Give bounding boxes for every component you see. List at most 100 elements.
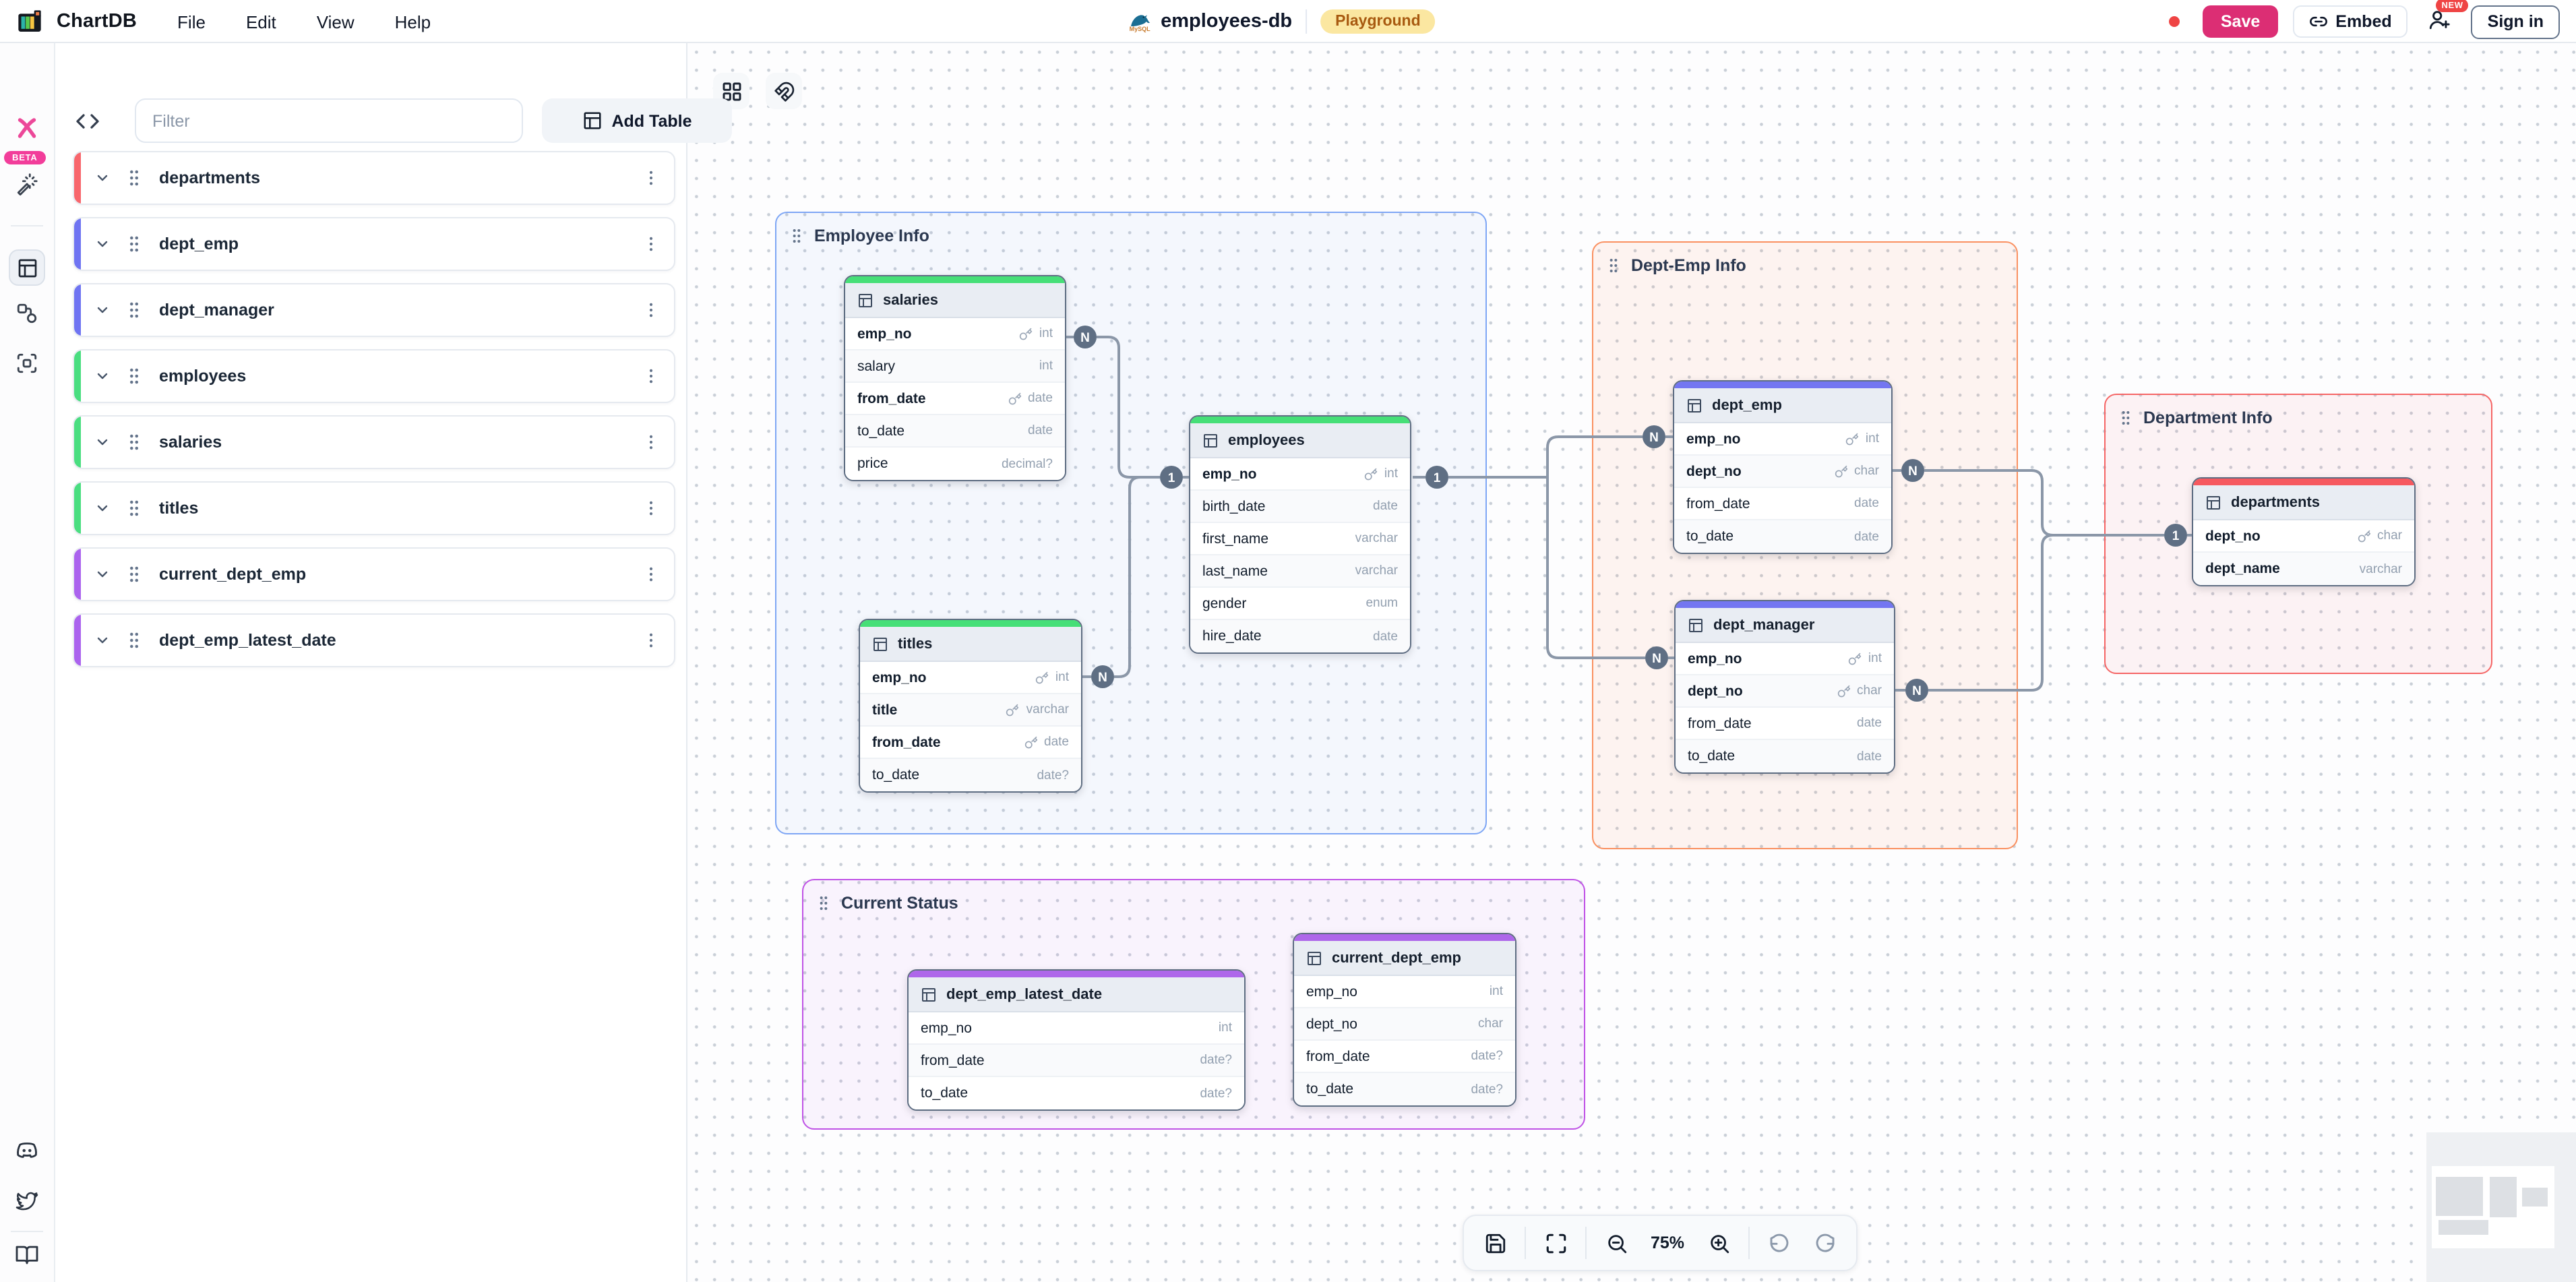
drag-handle-icon[interactable]: [127, 496, 142, 520]
table-menu-icon[interactable]: [642, 169, 661, 187]
area-drag-handle-icon[interactable]: [790, 225, 803, 247]
snap-magnet-icon[interactable]: [766, 73, 802, 109]
diagram-table-dept-emp[interactable]: dept_emp emp_noint dept_nochar from_date…: [1673, 380, 1893, 554]
filter-input[interactable]: [135, 98, 523, 143]
table-list-item-current-dept-emp[interactable]: current_dept_emp: [73, 547, 675, 601]
chevron-down-icon[interactable]: [94, 434, 111, 450]
table-header[interactable]: departments: [2193, 485, 2414, 520]
field-row[interactable]: dept_namevarchar: [2193, 553, 2414, 585]
save-diagram-icon[interactable]: [1475, 1223, 1515, 1263]
field-row[interactable]: to_datedate?: [1294, 1073, 1515, 1105]
menu-edit[interactable]: Edit: [246, 11, 276, 32]
table-menu-icon[interactable]: [642, 565, 661, 584]
zoom-level[interactable]: 75%: [1642, 1233, 1693, 1252]
docs-book-icon[interactable]: [15, 1243, 39, 1267]
drag-handle-icon[interactable]: [127, 232, 142, 256]
table-menu-icon[interactable]: [642, 301, 661, 319]
field-row[interactable]: emp_noint: [1674, 423, 1891, 456]
zoom-out-icon[interactable]: [1596, 1223, 1636, 1263]
add-table-button[interactable]: Add Table: [542, 98, 732, 143]
tables-panel-icon[interactable]: [9, 249, 45, 286]
field-row[interactable]: emp_noint: [909, 1012, 1244, 1045]
field-row[interactable]: to_datedate?: [860, 759, 1081, 791]
undo-icon[interactable]: [1759, 1223, 1800, 1263]
menu-view[interactable]: View: [317, 11, 355, 32]
field-row[interactable]: titlevarchar: [860, 694, 1081, 727]
diagram-table-salaries[interactable]: salaries emp_noint salaryint from_dateda…: [844, 275, 1066, 481]
table-header[interactable]: dept_emp: [1674, 388, 1891, 423]
table-header[interactable]: current_dept_emp: [1294, 941, 1515, 976]
diagram-table-dept-manager[interactable]: dept_manager emp_noint dept_nochar from_…: [1674, 600, 1895, 774]
pink-logo-icon[interactable]: [15, 116, 39, 140]
magic-wand-icon[interactable]: [16, 173, 38, 195]
sign-in-button[interactable]: Sign in: [2472, 5, 2560, 38]
invite-user-button[interactable]: NEW: [2423, 5, 2457, 38]
table-menu-icon[interactable]: [642, 631, 661, 650]
field-row[interactable]: emp_noint: [1294, 976, 1515, 1008]
redo-icon[interactable]: [1805, 1223, 1845, 1263]
field-row[interactable]: from_datedate: [1674, 488, 1891, 520]
table-list-item-departments[interactable]: departments: [73, 151, 675, 205]
zoom-in-icon[interactable]: [1698, 1223, 1739, 1263]
field-row[interactable]: to_datedate: [845, 415, 1065, 448]
diagram-table-employees[interactable]: employees emp_noint birth_datedate first…: [1189, 415, 1411, 654]
field-row[interactable]: emp_noint: [1190, 458, 1410, 491]
field-row[interactable]: salaryint: [845, 350, 1065, 383]
code-view-toggle-icon[interactable]: [75, 109, 100, 133]
area-drag-handle-icon[interactable]: [1607, 255, 1620, 276]
fit-view-icon[interactable]: [1535, 1223, 1576, 1263]
embed-button[interactable]: Embed: [2292, 5, 2408, 38]
field-row[interactable]: from_datedate: [860, 727, 1081, 759]
chevron-down-icon[interactable]: [94, 566, 111, 582]
table-menu-icon[interactable]: [642, 499, 661, 518]
drag-handle-icon[interactable]: [127, 298, 142, 322]
field-row[interactable]: from_datedate?: [1294, 1041, 1515, 1073]
minimap[interactable]: [2426, 1132, 2576, 1282]
chevron-down-icon[interactable]: [94, 500, 111, 516]
table-header[interactable]: titles: [860, 627, 1081, 662]
table-list-item-titles[interactable]: titles: [73, 481, 675, 535]
table-menu-icon[interactable]: [642, 433, 661, 452]
field-row[interactable]: emp_noint: [1676, 643, 1894, 675]
drag-handle-icon[interactable]: [127, 364, 142, 388]
chevron-down-icon[interactable]: [94, 368, 111, 384]
chevron-down-icon[interactable]: [94, 632, 111, 648]
areas-panel-icon[interactable]: [16, 352, 38, 375]
table-list-item-employees[interactable]: employees: [73, 349, 675, 403]
discord-icon[interactable]: [14, 1138, 40, 1163]
field-row[interactable]: dept_nochar: [2193, 520, 2414, 553]
table-list-item-dept-emp-latest-date[interactable]: dept_emp_latest_date: [73, 613, 675, 667]
field-row[interactable]: birth_datedate: [1190, 491, 1410, 523]
field-row[interactable]: first_namevarchar: [1190, 523, 1410, 555]
table-list-item-dept-emp[interactable]: dept_emp: [73, 217, 675, 271]
table-list-item-dept-manager[interactable]: dept_manager: [73, 283, 675, 337]
table-list-item-salaries[interactable]: salaries: [73, 415, 675, 469]
menu-file[interactable]: File: [177, 11, 206, 32]
area-drag-handle-icon[interactable]: [817, 892, 830, 914]
field-row[interactable]: pricedecimal?: [845, 448, 1065, 480]
table-menu-icon[interactable]: [642, 235, 661, 253]
drag-handle-icon[interactable]: [127, 166, 142, 190]
diagram-table-current-dept-emp[interactable]: current_dept_emp emp_noint dept_nochar f…: [1293, 933, 1516, 1107]
chevron-down-icon[interactable]: [94, 236, 111, 252]
drag-handle-icon[interactable]: [127, 430, 142, 454]
relationships-panel-icon[interactable]: [16, 302, 38, 325]
field-row[interactable]: from_datedate: [1676, 708, 1894, 740]
table-header[interactable]: salaries: [845, 283, 1065, 318]
table-header[interactable]: dept_manager: [1676, 608, 1894, 643]
save-button[interactable]: Save: [2203, 5, 2277, 38]
table-menu-icon[interactable]: [642, 367, 661, 386]
field-row[interactable]: dept_nochar: [1674, 456, 1891, 488]
field-row[interactable]: to_datedate?: [909, 1077, 1244, 1109]
table-header[interactable]: employees: [1190, 423, 1410, 458]
field-row[interactable]: emp_noint: [860, 662, 1081, 694]
field-row[interactable]: to_datedate: [1674, 520, 1891, 553]
diagram-table-titles[interactable]: titles emp_noint titlevarchar from_dated…: [859, 619, 1082, 793]
field-row[interactable]: genderenum: [1190, 588, 1410, 620]
table-header[interactable]: dept_emp_latest_date: [909, 977, 1244, 1012]
field-row[interactable]: dept_nochar: [1294, 1008, 1515, 1041]
chevron-down-icon[interactable]: [94, 302, 111, 318]
field-row[interactable]: last_namevarchar: [1190, 555, 1410, 588]
field-row[interactable]: from_datedate: [845, 383, 1065, 415]
field-row[interactable]: emp_noint: [845, 318, 1065, 350]
